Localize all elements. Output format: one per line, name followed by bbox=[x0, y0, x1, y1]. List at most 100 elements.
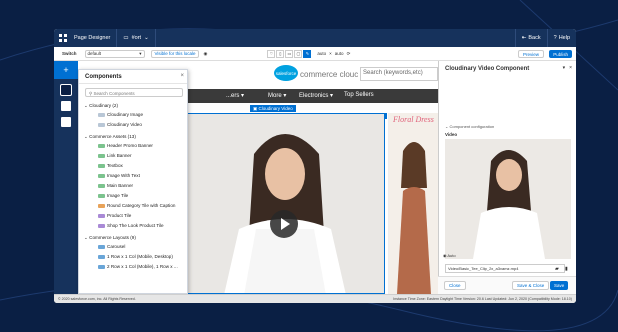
model-photo bbox=[184, 114, 384, 293]
group-label: Commerce Layouts (9) bbox=[89, 235, 136, 240]
group-cloudinary[interactable]: ⌄ Cloudinary (2) bbox=[84, 103, 118, 109]
width-input[interactable]: auto bbox=[317, 51, 326, 56]
component-icon bbox=[98, 174, 105, 178]
component-item[interactable]: Round Category Tile with Caption bbox=[107, 203, 175, 208]
floral-dress-title: Floral Dress bbox=[393, 115, 434, 124]
component-icon bbox=[98, 265, 105, 269]
eye-icon[interactable]: ◉ bbox=[203, 51, 207, 57]
app-window: Page Designer ▭ #ort ⌄ ⇤ Back ? Help Switc… bbox=[54, 29, 576, 303]
desktop-icon[interactable]: ▢ bbox=[294, 49, 303, 58]
help-icon: ? bbox=[553, 35, 557, 41]
video-player[interactable] bbox=[183, 113, 385, 294]
page-icon: ▭ bbox=[123, 35, 129, 41]
tablet-icon[interactable]: ▭ bbox=[285, 49, 294, 58]
app-title: Page Designer bbox=[72, 29, 118, 47]
video-file-input[interactable]: Video/Basic_Tee_Clip_2x_a3vamz.mp4 bbox=[445, 264, 565, 273]
nav-item[interactable]: Electronics ▾ bbox=[299, 92, 333, 99]
trash-icon[interactable]: ▮ bbox=[565, 266, 568, 272]
folder-icon[interactable]: ▰ bbox=[555, 266, 559, 272]
component-icon bbox=[98, 154, 105, 158]
component-item[interactable]: 1 Row x 1 Col (Mobile, Desktop) bbox=[107, 254, 173, 259]
component-item[interactable]: Main Banner bbox=[107, 183, 133, 188]
storefront-search-input[interactable]: Search (keywords,etc) bbox=[360, 67, 438, 81]
search-placeholder: Search Components bbox=[93, 91, 135, 96]
top-bar: Page Designer ▭ #ort ⌄ ⇤ Back ? Help bbox=[54, 29, 576, 47]
components-panel: Components × ⚲ Search Components ⌄ Cloud… bbox=[78, 69, 188, 294]
switch-button[interactable]: Switch bbox=[62, 51, 77, 56]
chevron-down-icon[interactable]: ▾ bbox=[563, 65, 566, 71]
save-button[interactable]: Save bbox=[550, 281, 569, 290]
nav-item[interactable]: More ▾ bbox=[268, 92, 286, 99]
rotate-icon[interactable]: ⟳ bbox=[347, 51, 351, 57]
page-selector[interactable]: ▭ #ort ⌄ bbox=[117, 29, 156, 47]
left-rail: + bbox=[54, 61, 78, 294]
close-icon[interactable]: × bbox=[569, 65, 572, 71]
group-commerce-assets[interactable]: ⌄ Commerce Assets (13) bbox=[84, 134, 136, 140]
mobile-icon[interactable]: ▯ bbox=[276, 49, 285, 58]
arrow-left-icon: ⇤ bbox=[521, 35, 527, 41]
component-item[interactable]: Cloudinary Image bbox=[107, 112, 143, 117]
component-item[interactable]: Header Promo Banner bbox=[107, 143, 153, 148]
panel-title: Cloudinary Video Component bbox=[445, 66, 530, 72]
layers-icon[interactable] bbox=[60, 84, 72, 96]
properties-panel: Cloudinary Video Component ▾ × ⌄ Compone… bbox=[438, 61, 576, 294]
component-item[interactable]: Image Tile bbox=[107, 193, 128, 198]
nav-item[interactable]: Top Sellers bbox=[344, 92, 374, 98]
component-item[interactable]: Textbox bbox=[107, 163, 123, 168]
radio-auto[interactable]: ◉ Auto bbox=[443, 253, 456, 258]
height-input[interactable]: auto bbox=[335, 51, 344, 56]
heart-icon[interactable]: ♡ bbox=[267, 49, 276, 58]
component-item[interactable]: Cloudinary Video bbox=[107, 122, 142, 127]
nav-item[interactable]: ...ers ▾ bbox=[226, 92, 244, 99]
page-selector-label: #ort bbox=[131, 35, 142, 41]
device-switcher: ♡ ▯ ▭ ▢ ✎ bbox=[267, 49, 312, 58]
help-button[interactable]: ? Help bbox=[546, 29, 576, 47]
floral-dress-tile[interactable]: Floral Dress bbox=[388, 113, 438, 294]
components-header: Components × bbox=[79, 70, 187, 84]
video-field-label: Video bbox=[445, 132, 458, 137]
play-button[interactable] bbox=[270, 210, 298, 238]
close-button[interactable]: Close bbox=[444, 281, 466, 290]
save-close-button[interactable]: Save & Close bbox=[512, 281, 550, 290]
component-icon bbox=[98, 224, 105, 228]
app-launcher-icon[interactable] bbox=[54, 29, 72, 47]
video-label-text: Cloudinary Video bbox=[258, 106, 293, 111]
group-label: Cloudinary (2) bbox=[89, 103, 118, 108]
component-icon bbox=[98, 164, 105, 168]
brand-text: commerce clouc bbox=[300, 70, 359, 79]
folder-icon[interactable] bbox=[61, 117, 71, 127]
config-section-toggle[interactable]: ⌄ Component configuration bbox=[445, 124, 494, 129]
component-item[interactable]: Image With Text bbox=[107, 173, 140, 178]
preview-button[interactable]: Preview bbox=[517, 50, 544, 58]
components-search-input[interactable]: ⚲ Search Components bbox=[85, 88, 183, 97]
model-thumbnail bbox=[445, 139, 571, 259]
designer-toolbar: Switch default ▾ Visible for this locale … bbox=[54, 47, 576, 61]
settings-icon[interactable] bbox=[61, 101, 71, 111]
component-item[interactable]: Shop The Look Product Tile bbox=[107, 223, 164, 228]
component-icon bbox=[98, 123, 105, 127]
times-icon: × bbox=[329, 51, 332, 56]
panel-actions: Close Save & Close Save bbox=[438, 276, 576, 294]
instance-info: Instance Time Zone: Eastern Daylight Tim… bbox=[393, 297, 572, 301]
copyright-text: © 2020 salesforce.com, inc. All Rights R… bbox=[58, 297, 136, 301]
component-item[interactable]: 2 Row x 1 Col (Mobile), 1 Row x ... bbox=[107, 264, 178, 269]
chevron-down-icon: ⌄ bbox=[144, 35, 149, 41]
component-item[interactable]: Link Banner bbox=[107, 153, 132, 158]
components-title: Components bbox=[85, 74, 122, 80]
video-component-label: ▣ Cloudinary Video bbox=[250, 105, 296, 112]
component-icon bbox=[98, 144, 105, 148]
video-thumbnail bbox=[445, 139, 571, 259]
component-icon bbox=[98, 113, 105, 117]
publish-button[interactable]: Publish bbox=[549, 50, 572, 58]
visibility-button[interactable]: Visible for this locale bbox=[150, 49, 200, 58]
component-item[interactable]: Product Tile bbox=[107, 213, 131, 218]
add-component-button[interactable]: + bbox=[54, 61, 78, 79]
back-button[interactable]: ⇤ Back bbox=[514, 29, 547, 47]
close-icon[interactable]: × bbox=[180, 73, 184, 79]
component-icon bbox=[98, 255, 105, 259]
edit-icon[interactable]: ✎ bbox=[303, 49, 312, 58]
locale-select[interactable]: default ▾ bbox=[84, 49, 145, 58]
group-commerce-layouts[interactable]: ⌄ Commerce Layouts (9) bbox=[84, 235, 136, 241]
component-item[interactable]: Carousel bbox=[107, 244, 125, 249]
component-icon bbox=[98, 184, 105, 188]
